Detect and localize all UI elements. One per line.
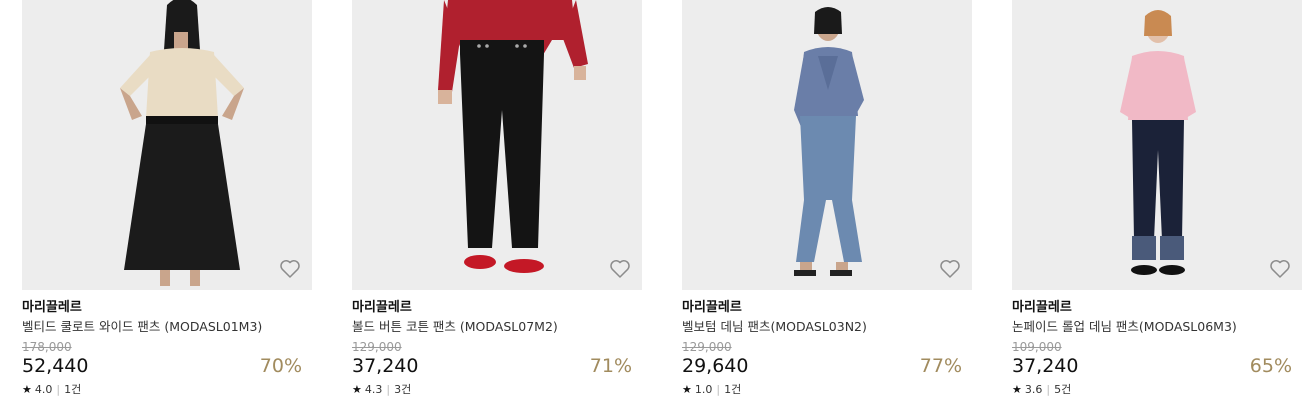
price-row: 37,240 71% <box>352 355 642 377</box>
divider: | <box>56 383 61 396</box>
heart-outline-icon[interactable] <box>938 256 962 280</box>
star-icon: ★ <box>22 383 32 396</box>
price-row: 37,240 65% <box>1012 355 1302 377</box>
star-icon: ★ <box>352 383 362 396</box>
divider: | <box>1046 383 1051 396</box>
product-card[interactable]: 마리끌레르 논페이드 롤업 데님 팬츠(MODASL06M3) 109,000 … <box>1012 0 1302 412</box>
original-price: 109,000 <box>1012 340 1062 354</box>
sale-price: 37,240 <box>1012 355 1079 377</box>
discount-rate: 70% <box>259 355 302 377</box>
product-name[interactable]: 벨티드 쿨로트 와이드 팬츠 (MODASL01M3) <box>22 319 312 335</box>
product-name[interactable]: 벨보텀 데님 팬츠(MODASL03N2) <box>682 319 972 335</box>
rating-value: 4.0 <box>34 383 53 396</box>
sale-price: 52,440 <box>22 355 89 377</box>
product-card[interactable]: 마리끌레르 볼드 버튼 코튼 팬츠 (MODASL07M2) 129,000 3… <box>352 0 642 412</box>
original-price: 129,000 <box>352 340 402 354</box>
brand-name[interactable]: 마리끌레르 <box>1012 300 1302 316</box>
model-photo <box>1012 0 1302 290</box>
product-image[interactable] <box>352 0 642 290</box>
rating-value: 3.6 <box>1024 383 1043 396</box>
product-image[interactable] <box>22 0 312 290</box>
rating-summary: ★ 4.0 | 1건 <box>22 383 312 397</box>
sale-price: 37,240 <box>352 355 419 377</box>
price-row: 29,640 77% <box>682 355 972 377</box>
discount-rate: 77% <box>919 355 962 377</box>
product-grid: 마리끌레르 벨티드 쿨로트 와이드 팬츠 (MODASL01M3) 178,00… <box>0 0 1306 412</box>
rating-value: 1.0 <box>694 383 713 396</box>
rating-summary: ★ 1.0 | 1건 <box>682 383 972 397</box>
product-image[interactable] <box>682 0 972 290</box>
model-photo <box>22 0 312 290</box>
star-icon: ★ <box>682 383 692 396</box>
brand-name[interactable]: 마리끌레르 <box>352 300 642 316</box>
product-card[interactable]: 마리끌레르 벨보텀 데님 팬츠(MODASL03N2) 129,000 29,6… <box>682 0 972 412</box>
review-count: 5건 <box>1054 383 1072 396</box>
brand-name[interactable]: 마리끌레르 <box>22 300 312 316</box>
sale-price: 29,640 <box>682 355 749 377</box>
model-photo <box>352 0 642 290</box>
original-price: 129,000 <box>682 340 732 354</box>
rating-summary: ★ 4.3 | 3건 <box>352 383 642 397</box>
original-price: 178,000 <box>22 340 72 354</box>
star-icon: ★ <box>1012 383 1022 396</box>
review-count: 1건 <box>724 383 742 396</box>
product-card[interactable]: 마리끌레르 벨티드 쿨로트 와이드 팬츠 (MODASL01M3) 178,00… <box>22 0 312 412</box>
divider: | <box>716 383 721 396</box>
product-name[interactable]: 볼드 버튼 코튼 팬츠 (MODASL07M2) <box>352 319 642 335</box>
discount-rate: 65% <box>1249 355 1292 377</box>
heart-outline-icon[interactable] <box>1268 256 1292 280</box>
product-image[interactable] <box>1012 0 1302 290</box>
heart-outline-icon[interactable] <box>278 256 302 280</box>
review-count: 1건 <box>64 383 82 396</box>
review-count: 3건 <box>394 383 412 396</box>
brand-name[interactable]: 마리끌레르 <box>682 300 972 316</box>
rating-value: 4.3 <box>364 383 383 396</box>
price-row: 52,440 70% <box>22 355 312 377</box>
product-name[interactable]: 논페이드 롤업 데님 팬츠(MODASL06M3) <box>1012 319 1302 335</box>
discount-rate: 71% <box>589 355 632 377</box>
heart-outline-icon[interactable] <box>608 256 632 280</box>
model-photo <box>682 0 972 290</box>
rating-summary: ★ 3.6 | 5건 <box>1012 383 1302 397</box>
divider: | <box>386 383 391 396</box>
